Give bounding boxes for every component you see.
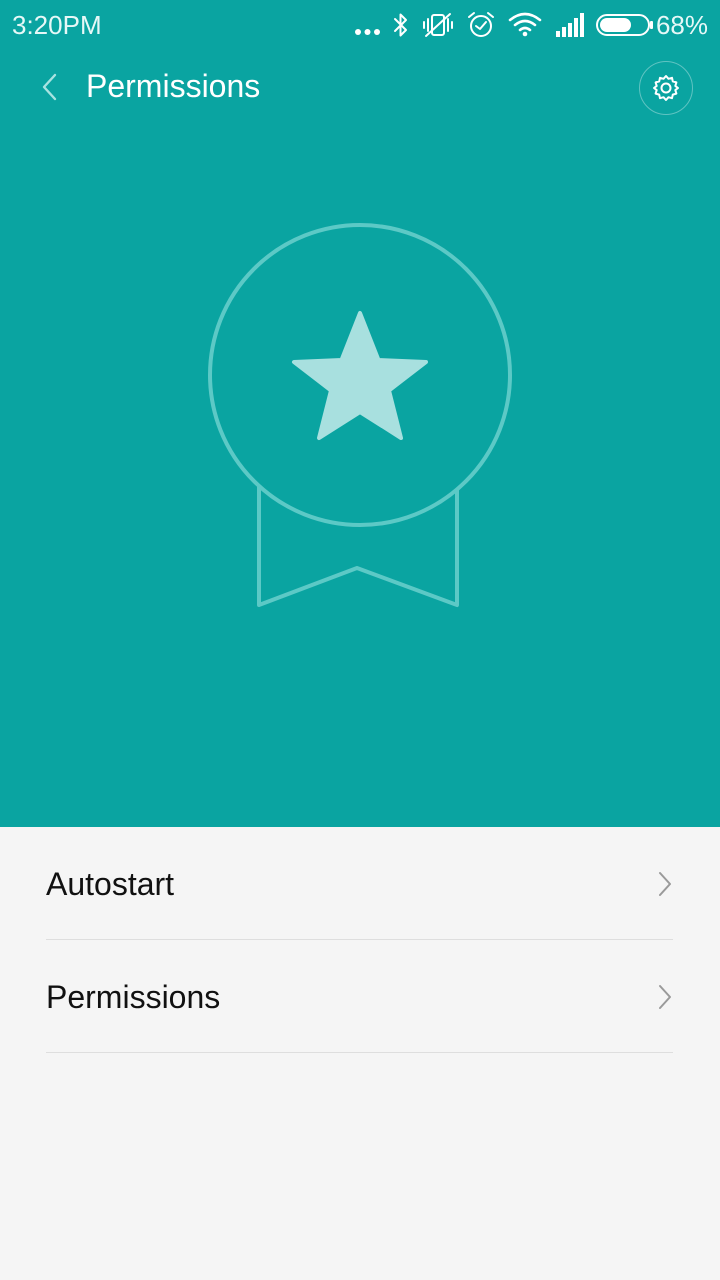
- gear-icon: [653, 75, 679, 101]
- bluetooth-icon: [394, 13, 407, 37]
- wifi-icon: [508, 12, 542, 37]
- battery-percent: 68%: [655, 10, 708, 40]
- list-item-permissions[interactable]: Permissions: [46, 940, 673, 1053]
- chevron-right-icon: [659, 985, 671, 1009]
- more-dots-icon: [355, 29, 380, 35]
- list-item-autostart[interactable]: Autostart: [46, 827, 673, 940]
- hero-badge: [200, 215, 520, 615]
- status-icons: 68%: [0, 0, 720, 52]
- toolbar: Permissions: [0, 52, 720, 122]
- chevron-left-icon: [42, 73, 57, 101]
- page-title: Permissions: [86, 68, 261, 104]
- battery-icon: [596, 14, 653, 36]
- header-background: 3:20PM 68% Permissions: [0, 0, 720, 827]
- back-button[interactable]: [28, 66, 72, 108]
- signal-icon: [556, 13, 584, 37]
- award-badge-star-icon: [208, 223, 512, 607]
- alarm-icon: [468, 12, 494, 37]
- list-item-label: Autostart: [46, 866, 175, 902]
- status-bar: 3:20PM 68%: [0, 0, 720, 52]
- vibrate-off-icon: [423, 13, 453, 37]
- list-item-label: Permissions: [46, 979, 221, 1015]
- settings-button[interactable]: [639, 61, 693, 115]
- settings-list: Autostart Permissions: [0, 827, 720, 1053]
- chevron-right-icon: [659, 872, 671, 896]
